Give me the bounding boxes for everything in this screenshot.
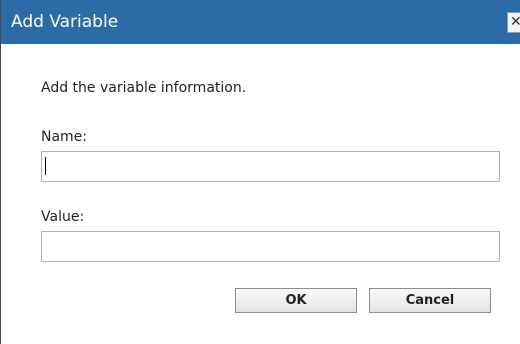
instructions-text: Add the variable information. <box>41 80 247 96</box>
close-button[interactable]: ✕ <box>507 12 520 33</box>
value-input[interactable] <box>41 231 500 262</box>
text-cursor <box>45 157 46 175</box>
add-variable-dialog: Add Variable ✕ Add the variable informat… <box>0 0 520 344</box>
dialog-title: Add Variable <box>11 12 119 32</box>
name-input[interactable] <box>41 151 500 182</box>
dialog-titlebar: Add Variable ✕ <box>1 0 520 44</box>
name-label: Name: <box>41 129 88 145</box>
value-label: Value: <box>41 209 85 225</box>
ok-button[interactable]: OK <box>235 288 357 313</box>
close-icon[interactable]: ✕ <box>510 14 520 30</box>
cancel-button[interactable]: Cancel <box>369 288 491 313</box>
